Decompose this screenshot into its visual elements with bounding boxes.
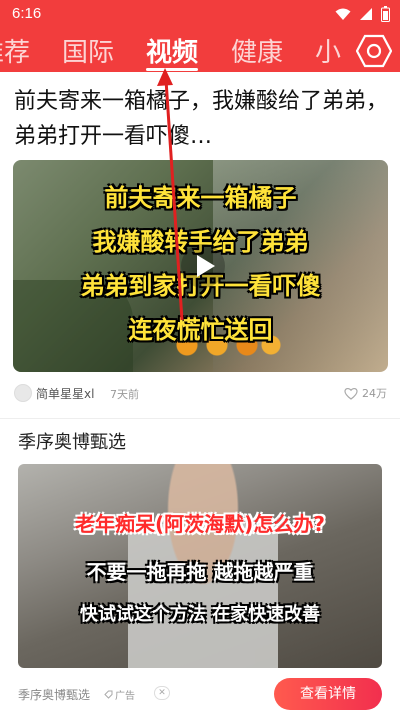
- author-name[interactable]: 简单星星xl: [36, 385, 94, 402]
- publish-time: 7天前: [110, 388, 139, 401]
- feed-list: 前夫寄来一箱橘子，我嫌酸给了弟弟，弟弟打开一看吓傻… 前夫寄来一箱橘子 我嫌酸转…: [0, 72, 400, 710]
- system-icons: [335, 6, 390, 22]
- view-details-button[interactable]: 查看详情: [274, 678, 382, 710]
- heart-icon: [344, 387, 358, 400]
- avatar[interactable]: [14, 384, 32, 402]
- ad-tag-icon: [104, 690, 113, 699]
- ad-caption-3: 快试试这个方法 在家快速改善: [79, 604, 321, 625]
- ad-image[interactable]: 老年痴呆(阿茨海默)怎么办? 不要一拖再拖 越拖越严重 快试试这个方法 在家快速…: [18, 464, 382, 668]
- tab-video[interactable]: 视频: [146, 32, 199, 71]
- ad-footer: 季序奥博甄选 广告 ✕ 查看详情: [18, 678, 382, 710]
- ad-close-icon[interactable]: ✕: [154, 686, 170, 700]
- tab-recommend[interactable]: 推荐: [0, 32, 30, 69]
- status-bar: 6:16: [0, 0, 400, 28]
- ad-card-title[interactable]: 季序奥博甄选: [18, 428, 126, 454]
- ad-badge: 广告: [104, 687, 135, 702]
- tab-more-partial[interactable]: 小: [315, 32, 341, 69]
- like-button[interactable]: 24万: [344, 385, 387, 401]
- tab-international[interactable]: 国际: [62, 32, 114, 69]
- ad-source: 季序奥博甄选: [18, 688, 91, 702]
- hexagon-settings-icon[interactable]: [356, 34, 392, 68]
- battery-icon: [381, 6, 390, 22]
- ad-caption-1: 老年痴呆(阿茨海默)怎么办?: [75, 512, 325, 536]
- video-meta: 简单星星xl 7天前 24万: [14, 382, 389, 406]
- top-header: 6:16 推荐 国际 视频 健康 小: [0, 0, 400, 72]
- divider: [0, 418, 400, 419]
- ad-label: 广告: [115, 691, 135, 702]
- clock: 6:16: [12, 5, 42, 22]
- tab-health[interactable]: 健康: [231, 32, 283, 69]
- play-icon[interactable]: [181, 244, 225, 288]
- video-card-title[interactable]: 前夫寄来一箱橘子，我嫌酸给了弟弟，弟弟打开一看吓傻…: [14, 84, 388, 154]
- like-count: 24万: [362, 387, 387, 400]
- ad-caption-2: 不要一拖再拖 越拖越严重: [86, 560, 314, 584]
- video-thumbnail[interactable]: 前夫寄来一箱橘子 我嫌酸转手给了弟弟 弟弟到家打开一看吓傻 连夜慌忙送回: [13, 160, 388, 372]
- video-caption-4: 连夜慌忙送回: [128, 316, 273, 344]
- channel-tabs: 推荐 国际 视频 健康 小: [0, 28, 400, 72]
- video-caption-1: 前夫寄来一箱橘子: [104, 184, 297, 212]
- wifi-icon: [335, 8, 351, 20]
- signal-icon: [360, 8, 372, 20]
